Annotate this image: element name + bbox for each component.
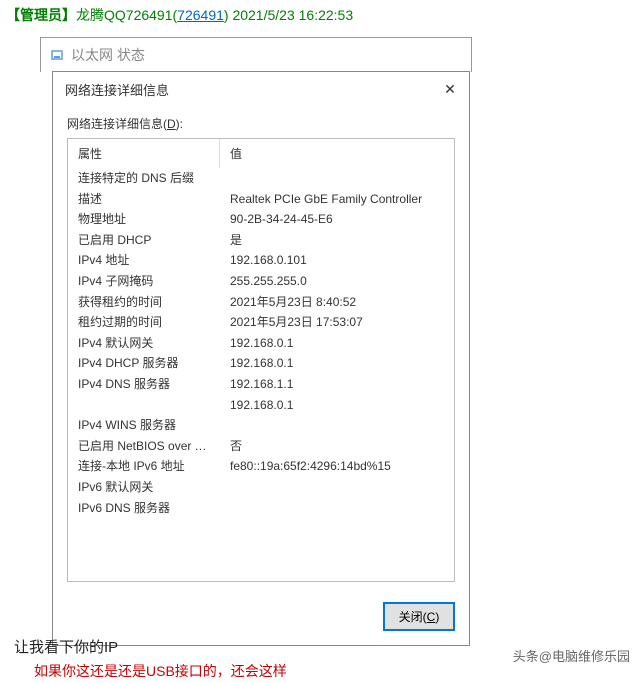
property-name: 已启用 DHCP: [68, 230, 220, 251]
property-name: 连接特定的 DNS 后缀: [68, 168, 220, 189]
ethernet-status-titlebar[interactable]: 以太网 状态: [41, 38, 471, 72]
property-value: 192.168.1.1: [220, 374, 454, 395]
ethernet-status-dialog: 以太网 状态: [40, 37, 472, 72]
property-value: 192.168.0.1: [220, 353, 454, 374]
property-name: [68, 395, 220, 416]
property-value: 192.168.0.101: [220, 250, 454, 271]
property-value: [220, 168, 454, 189]
property-row[interactable]: IPv4 DHCP 服务器192.168.0.1: [68, 353, 454, 374]
property-row[interactable]: IPv4 地址192.168.0.101: [68, 250, 454, 271]
property-name: IPv4 DNS 服务器: [68, 374, 220, 395]
property-name: IPv4 默认网关: [68, 333, 220, 354]
chat-role-tag: 【管理员】: [6, 7, 76, 23]
property-row[interactable]: 物理地址90-2B-34-24-45-E6: [68, 209, 454, 230]
property-row[interactable]: 描述Realtek PCIe GbE Family Controller: [68, 189, 454, 210]
property-row[interactable]: IPv4 DNS 服务器192.168.1.1: [68, 374, 454, 395]
ethernet-status-title: 以太网 状态: [71, 45, 145, 65]
property-value: 2021年5月23日 17:53:07: [220, 312, 454, 333]
property-name: IPv4 WINS 服务器: [68, 415, 220, 436]
network-details-dialog: 网络连接详细信息 网络连接详细信息(D): 属性 值 连接特定的 DNS 后缀描…: [52, 71, 470, 646]
property-name: IPv6 默认网关: [68, 477, 220, 498]
column-header-property[interactable]: 属性: [68, 139, 220, 168]
property-row[interactable]: 连接特定的 DNS 后缀: [68, 168, 454, 189]
property-row[interactable]: IPv4 子网掩码255.255.255.0: [68, 271, 454, 292]
network-details-title: 网络连接详细信息: [65, 80, 169, 99]
details-group-label: 网络连接详细信息(D):: [67, 115, 455, 132]
property-name: 连接-本地 IPv6 地址: [68, 456, 220, 477]
property-value: [220, 415, 454, 436]
chat-next-line: 如果你这还是还是USB接口的，还会这样: [34, 661, 287, 681]
property-value: 255.255.255.0: [220, 271, 454, 292]
property-row[interactable]: 连接-本地 IPv6 地址fe80::19a:65f2:4296:14bd%15: [68, 456, 454, 477]
network-adapter-icon: [49, 47, 65, 63]
property-name: 租约过期的时间: [68, 312, 220, 333]
property-name: IPv4 子网掩码: [68, 271, 220, 292]
property-row[interactable]: 获得租约的时间2021年5月23日 8:40:52: [68, 292, 454, 313]
network-details-titlebar[interactable]: 网络连接详细信息: [53, 72, 469, 107]
property-name: 描述: [68, 189, 220, 210]
property-value: 2021年5月23日 8:40:52: [220, 292, 454, 313]
property-row[interactable]: IPv4 默认网关192.168.0.1: [68, 333, 454, 354]
property-value: 90-2B-34-24-45-E6: [220, 209, 454, 230]
close-button[interactable]: 关闭(C): [383, 602, 455, 631]
property-value: 否: [220, 436, 454, 457]
property-name: 已启用 NetBIOS over Tc...: [68, 436, 220, 457]
property-value: 192.168.0.1: [220, 395, 454, 416]
chat-timestamp: 2021/5/23 16:22:53: [232, 7, 353, 23]
property-row[interactable]: 已启用 DHCP是: [68, 230, 454, 251]
property-row[interactable]: IPv6 默认网关: [68, 477, 454, 498]
property-value: fe80::19a:65f2:4296:14bd%15: [220, 456, 454, 477]
property-value: Realtek PCIe GbE Family Controller: [220, 189, 454, 210]
properties-header: 属性 值: [68, 139, 454, 168]
property-value: [220, 498, 454, 519]
property-value: 是: [220, 230, 454, 251]
property-name: IPv4 DHCP 服务器: [68, 353, 220, 374]
property-row[interactable]: 192.168.0.1: [68, 395, 454, 416]
property-row[interactable]: 已启用 NetBIOS over Tc...否: [68, 436, 454, 457]
chat-username: 龙腾QQ726491(: [76, 7, 177, 23]
property-row[interactable]: IPv4 WINS 服务器: [68, 415, 454, 436]
chat-message-text: 让我看下你的IP: [14, 636, 118, 657]
property-row[interactable]: 租约过期的时间2021年5月23日 17:53:07: [68, 312, 454, 333]
chat-message-header: 【管理员】龙腾QQ726491(726491) 2021/5/23 16:22:…: [0, 0, 640, 30]
column-header-value[interactable]: 值: [220, 139, 454, 168]
properties-listview[interactable]: 属性 值 连接特定的 DNS 后缀描述Realtek PCIe GbE Fami…: [67, 138, 455, 582]
property-value: 192.168.0.1: [220, 333, 454, 354]
property-name: 物理地址: [68, 209, 220, 230]
property-name: IPv6 DNS 服务器: [68, 498, 220, 519]
watermark-text: 头条@电脑维修乐园: [513, 646, 630, 665]
property-name: IPv4 地址: [68, 250, 220, 271]
property-row[interactable]: IPv6 DNS 服务器: [68, 498, 454, 519]
property-name: 获得租约的时间: [68, 292, 220, 313]
chat-qq-link[interactable]: 726491: [177, 7, 224, 23]
property-value: [220, 477, 454, 498]
close-icon[interactable]: [441, 81, 459, 99]
